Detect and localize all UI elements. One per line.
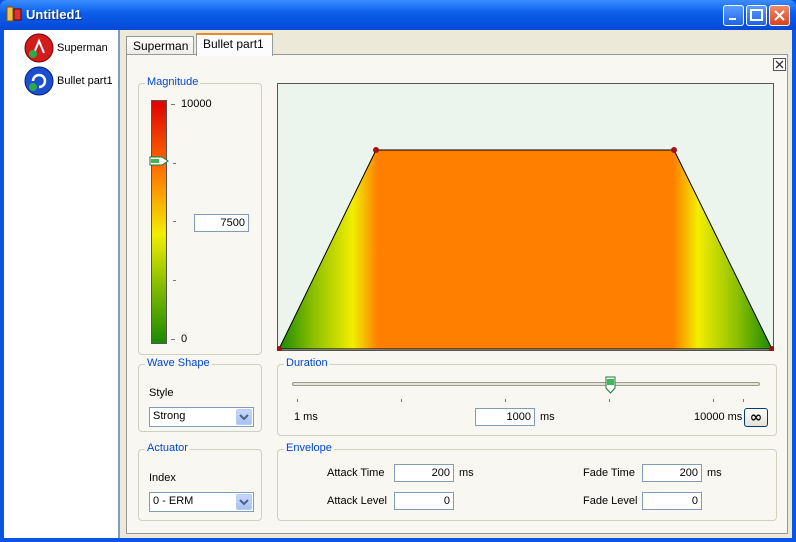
- minimize-button[interactable]: [723, 5, 744, 26]
- client-area: Superman Bullet part1 Superman Bullet pa…: [4, 30, 792, 538]
- effect-editor-panel: Magnitude 10000 0 7500 Wave Shape Style …: [126, 54, 788, 534]
- scale-tick: [171, 104, 175, 105]
- wave-shape-title: Wave Shape: [145, 357, 212, 369]
- effects-list[interactable]: Superman Bullet part1: [4, 30, 120, 538]
- duration-input[interactable]: 1000: [475, 408, 535, 426]
- maximize-button[interactable]: [746, 5, 767, 26]
- actuator-group: Actuator Index 0 - ERM: [138, 442, 262, 521]
- magnitude-gradient-bar: [151, 100, 167, 344]
- slider-thumb-icon: [605, 376, 616, 394]
- waveform-graph[interactable]: [277, 83, 774, 351]
- duration-title: Duration: [284, 357, 330, 369]
- list-item-superman[interactable]: Superman: [24, 32, 108, 64]
- close-button[interactable]: [769, 5, 790, 26]
- envelope-point[interactable]: [373, 147, 379, 153]
- tab-superman[interactable]: Superman: [126, 36, 194, 55]
- actuator-title: Actuator: [145, 442, 190, 454]
- scale-tick: [401, 399, 402, 402]
- app-window: Untitled1 Superman Bullet part1 Superman…: [0, 0, 796, 542]
- attack-time-unit: ms: [459, 467, 474, 479]
- magnitude-min-label: 0: [181, 333, 188, 345]
- effect-icon: [24, 33, 54, 63]
- style-select-value: Strong: [153, 410, 186, 422]
- infinity-icon: ∞: [749, 408, 763, 426]
- dropdown-button[interactable]: [236, 409, 252, 425]
- close-tab-button[interactable]: [773, 58, 786, 71]
- magnitude-title: Magnitude: [145, 76, 201, 88]
- magnitude-slider-thumb[interactable]: [149, 156, 169, 166]
- infinite-duration-button[interactable]: ∞: [744, 408, 768, 427]
- magnitude-input[interactable]: 7500: [194, 214, 249, 232]
- scale-tick: [743, 399, 744, 402]
- fade-level-label: Fade Level: [583, 495, 638, 507]
- list-item-bullet-part1[interactable]: Bullet part1: [24, 65, 113, 97]
- duration-min-label: 1 ms: [294, 411, 318, 423]
- duration-unit: ms: [540, 411, 555, 423]
- scale-tick: [713, 399, 714, 402]
- list-item-label: Superman: [57, 42, 108, 54]
- envelope-title: Envelope: [284, 442, 334, 454]
- attack-level-input[interactable]: 0: [394, 492, 454, 510]
- scale-tick: [609, 399, 610, 402]
- magnitude-group: Magnitude 10000 0 7500: [138, 76, 262, 355]
- attack-time-input[interactable]: 200: [394, 464, 454, 482]
- effect-icon: [24, 66, 54, 96]
- scale-tick: [297, 399, 298, 402]
- index-label: Index: [149, 472, 176, 484]
- attack-time-label: Attack Time: [327, 467, 385, 479]
- fade-level-input[interactable]: 0: [642, 492, 702, 510]
- app-icon: [6, 6, 22, 22]
- list-item-label: Bullet part1: [57, 75, 113, 87]
- envelope-point[interactable]: [671, 147, 677, 153]
- duration-slider-thumb[interactable]: [605, 376, 616, 394]
- slider-thumb-icon: [149, 156, 169, 166]
- envelope-group: Envelope Attack Time 200 ms Attack Level…: [277, 442, 777, 521]
- attack-level-label: Attack Level: [327, 495, 387, 507]
- envelope-plot: [277, 147, 774, 351]
- window-title: Untitled1: [26, 7, 82, 22]
- close-icon: [775, 60, 784, 69]
- index-select[interactable]: 0 - ERM: [149, 492, 254, 512]
- wave-shape-group: Wave Shape Style Strong: [138, 357, 262, 432]
- tab-bullet-part1[interactable]: Bullet part1: [196, 33, 273, 56]
- envelope-shape: [278, 149, 773, 350]
- scale-tick: [505, 399, 506, 402]
- duration-group: Duration 1 ms 1000 ms 10000 ms ∞: [277, 357, 777, 436]
- scale-tick: [171, 339, 175, 340]
- maximize-icon: [750, 9, 763, 21]
- magnitude-max-label: 10000: [181, 98, 212, 110]
- scale-tick: [173, 221, 176, 222]
- chevron-down-icon: [239, 414, 249, 421]
- minimize-icon: [729, 18, 736, 20]
- duration-max-label: 10000 ms: [694, 411, 743, 423]
- style-select[interactable]: Strong: [149, 407, 254, 427]
- fade-time-input[interactable]: 200: [642, 464, 702, 482]
- style-label: Style: [149, 387, 174, 399]
- fade-time-unit: ms: [707, 467, 722, 479]
- dropdown-button[interactable]: [236, 494, 252, 510]
- close-icon: [774, 10, 785, 21]
- index-select-value: 0 - ERM: [153, 495, 194, 507]
- duration-slider-track[interactable]: [292, 382, 760, 386]
- title-bar[interactable]: Untitled1: [0, 0, 796, 30]
- scale-tick: [173, 280, 176, 281]
- fade-time-label: Fade Time: [583, 467, 635, 479]
- chevron-down-icon: [239, 499, 249, 506]
- scale-tick: [173, 163, 176, 164]
